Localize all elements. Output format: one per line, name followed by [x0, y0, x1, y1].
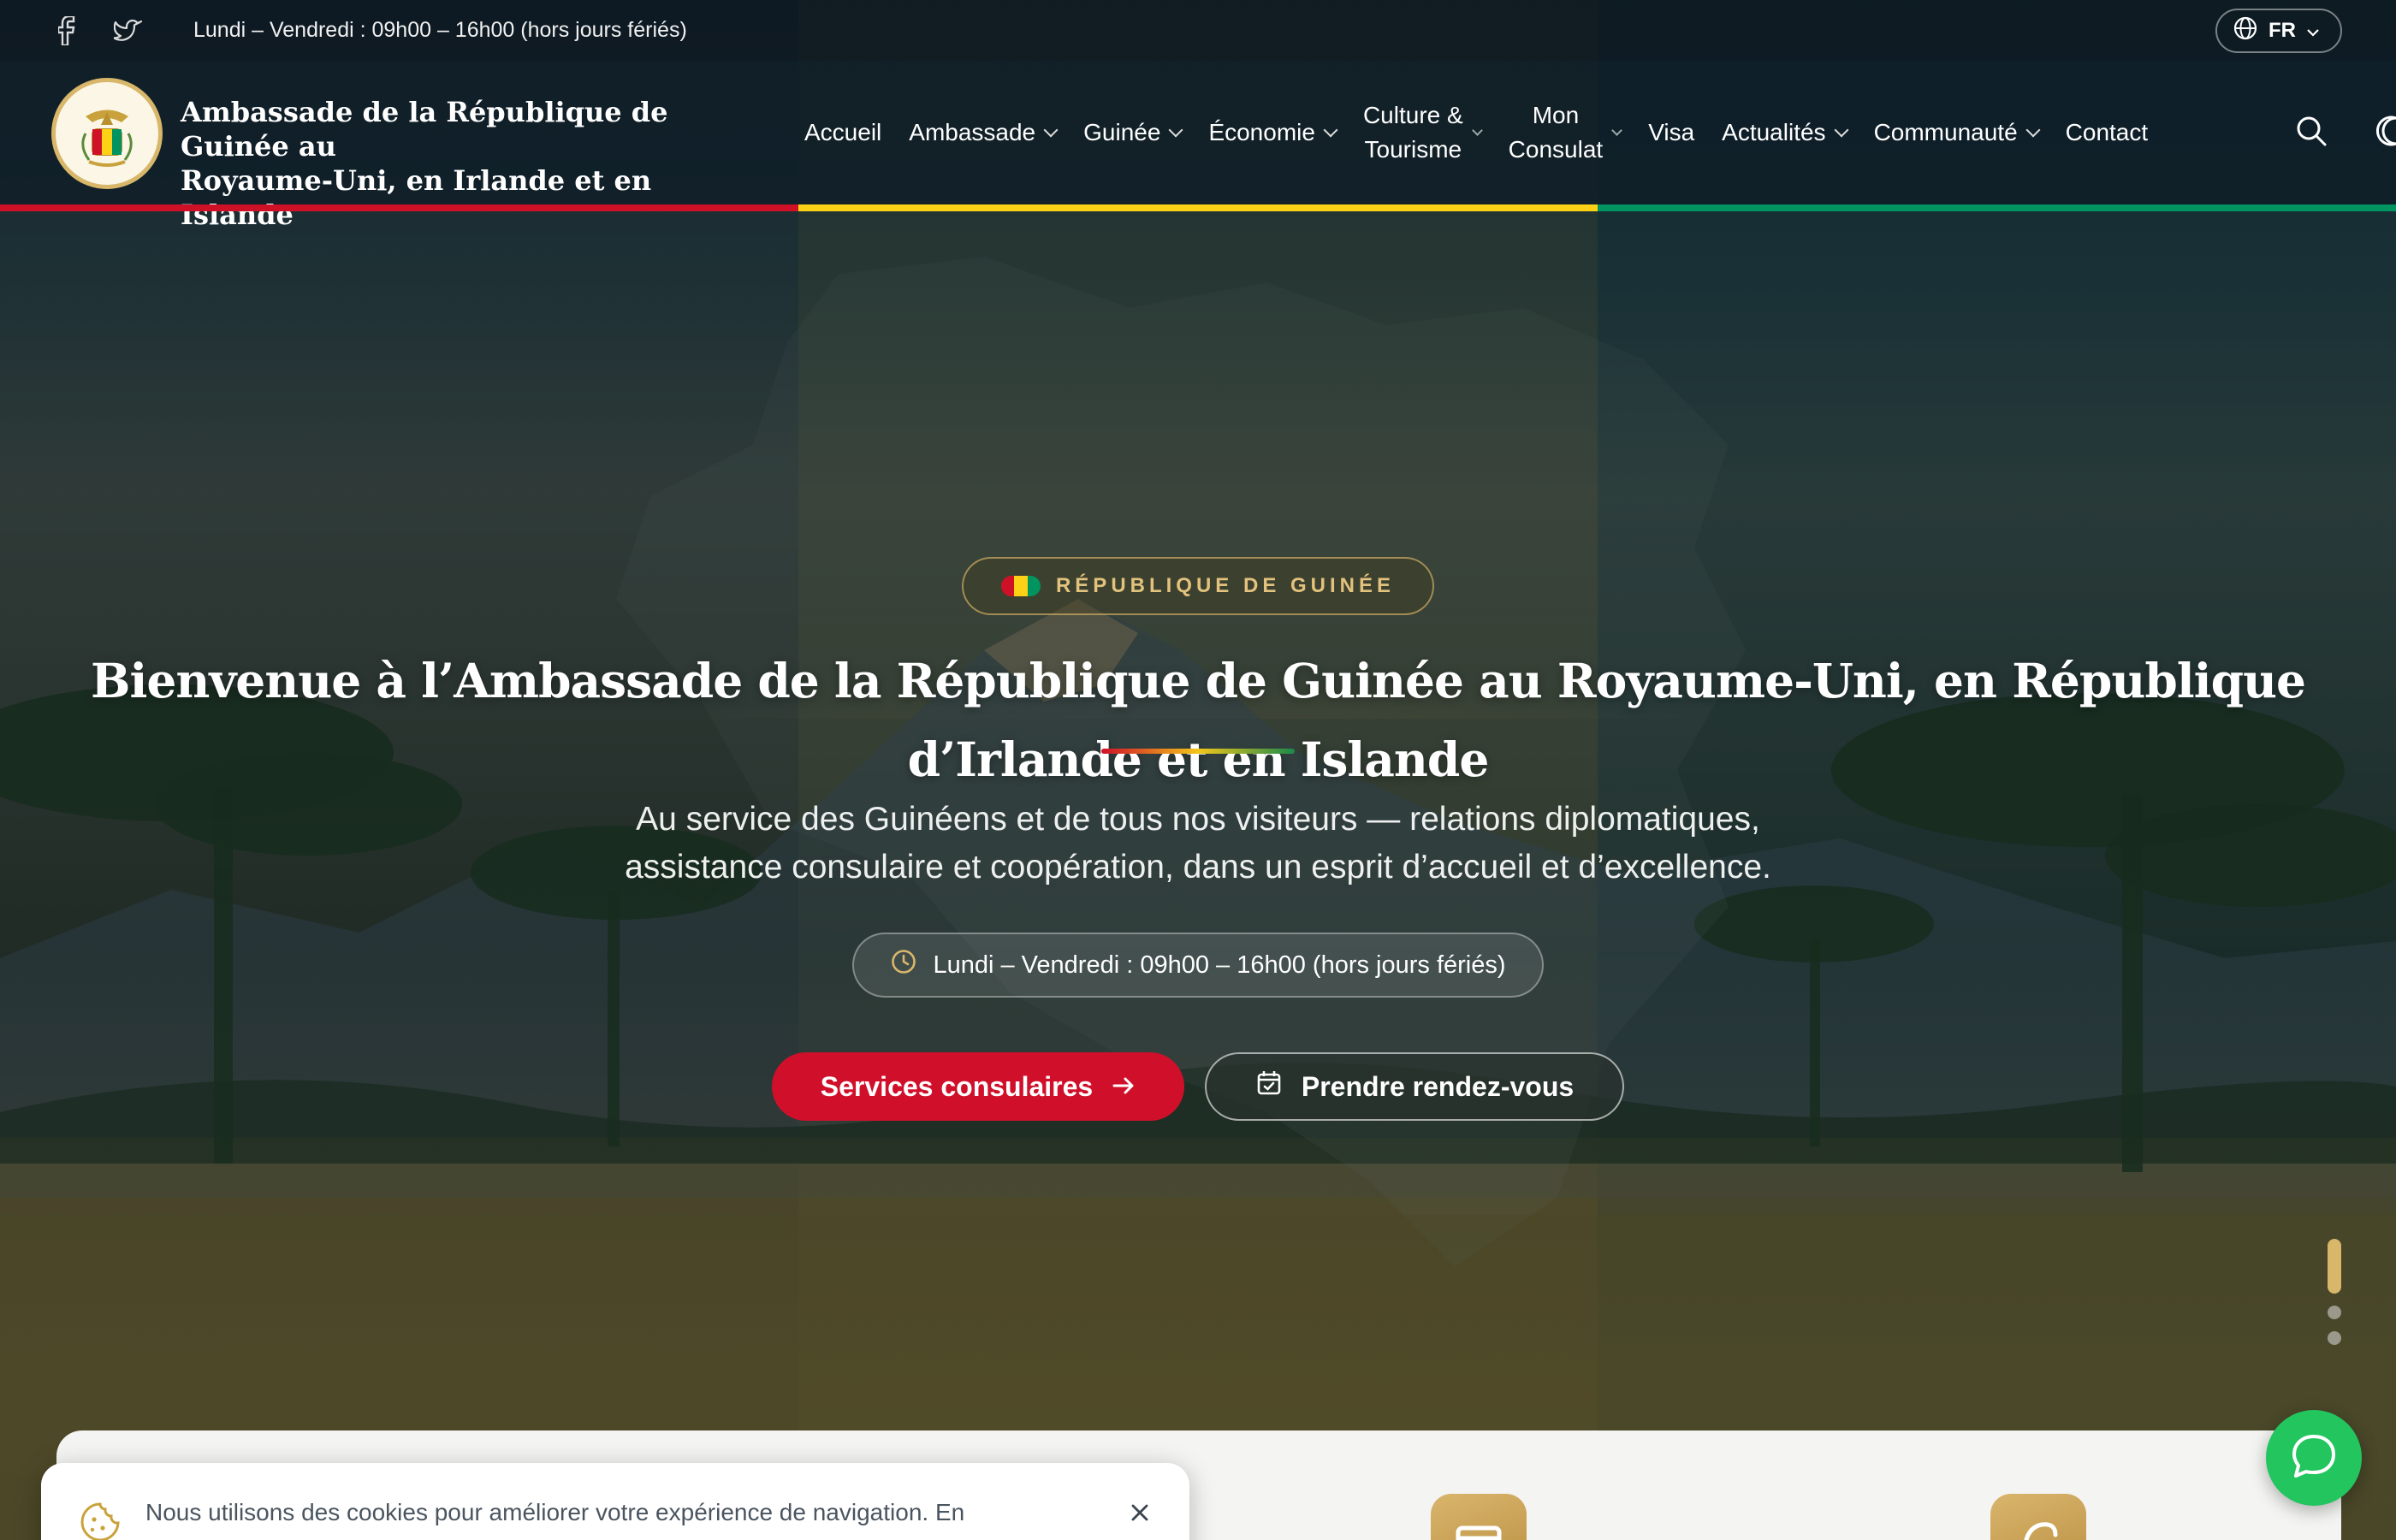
- chevron-down-icon: [1611, 124, 1623, 136]
- card-icon[interactable]: [1990, 1494, 2086, 1540]
- main-navigation: Accueil Ambassade Guinée Économie Cultur…: [804, 61, 2175, 204]
- title-divider: [1101, 749, 1295, 754]
- nav-label: Communauté: [1873, 119, 2018, 145]
- hero-subtitle: Au service des Guinéens et de tous nos v…: [513, 796, 1883, 891]
- nav-label: Actualités: [1722, 119, 1826, 145]
- book-appointment-button[interactable]: Prendre rendez-vous: [1205, 1052, 1624, 1121]
- chat-bubble-icon: [2289, 1431, 2339, 1485]
- search-icon[interactable]: [2295, 115, 2328, 151]
- chevron-down-icon: [1834, 122, 1849, 138]
- language-label: FR: [2268, 19, 2296, 42]
- header-actions: [2295, 61, 2396, 204]
- nav-label: Ambassade: [909, 119, 1036, 145]
- cookie-message: Nous utilisons des cookies pour améliore…: [145, 1499, 965, 1525]
- card-icon[interactable]: [1431, 1494, 1527, 1540]
- nav-label: Accueil: [804, 119, 882, 145]
- chevron-down-icon: [2025, 122, 2041, 138]
- slide-dot-2[interactable]: [2328, 1306, 2341, 1319]
- arrow-right-icon: [1112, 1071, 1136, 1103]
- top-bar: Lundi – Vendredi : 09h00 – 16h00 (hors j…: [0, 0, 2396, 61]
- chat-button[interactable]: [2266, 1410, 2362, 1506]
- nav-economie[interactable]: Économie: [1208, 116, 1338, 150]
- clock-icon: [890, 948, 917, 982]
- nav-visa[interactable]: Visa: [1648, 116, 1694, 150]
- hero-kicker-text: RÉPUBLIQUE DE GUINÉE: [1055, 574, 1396, 597]
- hero-subtitle-line1: Au service des Guinéens et de tous nos v…: [636, 801, 1760, 838]
- slide-dot-3[interactable]: [2328, 1331, 2341, 1345]
- opening-hours-text: Lundi – Vendredi : 09h00 – 16h00 (hors j…: [933, 951, 1506, 979]
- flag-stripe: [0, 204, 2396, 211]
- nav-label: Visa: [1648, 119, 1695, 145]
- chevron-down-icon: [2306, 19, 2320, 43]
- nav-label: Mon Consulat: [1509, 98, 1604, 167]
- nav-label: Guinée: [1083, 119, 1161, 145]
- dark-mode-icon[interactable]: [2372, 115, 2396, 151]
- social-links: [51, 15, 144, 46]
- nav-ambassade[interactable]: Ambassade: [909, 116, 1059, 150]
- consular-services-label: Services consulaires: [820, 1070, 1094, 1102]
- nav-label: Contact: [2065, 119, 2149, 145]
- close-icon[interactable]: [1124, 1497, 1155, 1528]
- chevron-down-icon: [1471, 124, 1483, 136]
- book-appointment-label: Prendre rendez-vous: [1301, 1070, 1575, 1102]
- nav-mon-consulat[interactable]: Mon Consulat: [1509, 98, 1623, 167]
- hero-subtitle-line2: assistance consulaire et coopération, da…: [625, 849, 1771, 886]
- calendar-icon: [1255, 1069, 1283, 1104]
- language-switcher[interactable]: FR: [2215, 9, 2342, 53]
- cookie-banner: Nous utilisons des cookies pour améliore…: [41, 1463, 1189, 1540]
- nav-label: Économie: [1208, 119, 1315, 145]
- slide-indicators: [2326, 1239, 2343, 1345]
- flag-stripe-yellow: [798, 204, 1598, 211]
- hero-kicker-badge: RÉPUBLIQUE DE GUINÉE: [962, 557, 1434, 615]
- opening-hours-pill: Lundi – Vendredi : 09h00 – 16h00 (hors j…: [852, 933, 1544, 998]
- site-title-line1: Ambassade de la République de Guinée au: [181, 96, 668, 163]
- nav-actualites[interactable]: Actualités: [1722, 116, 1849, 150]
- globe-icon: [2233, 15, 2258, 47]
- flag-stripe-red: [0, 204, 799, 211]
- nav-label-line1: Mon: [1532, 102, 1580, 128]
- chevron-down-icon: [1323, 122, 1338, 138]
- site-title[interactable]: Ambassade de la République de Guinée au …: [181, 95, 762, 232]
- flag-stripe-green: [1597, 204, 2396, 211]
- consular-services-button[interactable]: Services consulaires: [772, 1052, 1184, 1121]
- nav-culture-tourisme[interactable]: Culture & Tourisme: [1363, 98, 1483, 167]
- nav-label-line2: Consulat: [1508, 136, 1604, 163]
- cookie-icon: [79, 1501, 122, 1540]
- facebook-icon[interactable]: [51, 15, 82, 46]
- guinea-flag-icon: [1000, 576, 1041, 596]
- slide-dot-1[interactable]: [2328, 1239, 2341, 1294]
- nav-accueil[interactable]: Accueil: [804, 116, 881, 150]
- nav-guinee[interactable]: Guinée: [1083, 116, 1183, 150]
- site-title-line2: Royaume-Uni, en Irlande et en Islande: [181, 164, 652, 231]
- coat-of-arms-logo[interactable]: [51, 78, 163, 189]
- nav-label: Culture & Tourisme: [1363, 98, 1463, 167]
- chevron-down-icon: [1043, 122, 1059, 138]
- nav-communaute[interactable]: Communauté: [1873, 116, 2041, 150]
- nav-label-line2: Tourisme: [1364, 136, 1462, 163]
- hero-title: Bienvenue à l’Ambassade de la République…: [90, 653, 2306, 787]
- nav-label-line1: Culture &: [1362, 102, 1463, 128]
- topbar-hours: Lundi – Vendredi : 09h00 – 16h00 (hors j…: [193, 18, 687, 42]
- nav-contact[interactable]: Contact: [2066, 116, 2149, 150]
- twitter-icon[interactable]: [113, 15, 144, 46]
- main-header: Ambassade de la République de Guinée au …: [0, 61, 2396, 231]
- chevron-down-icon: [1168, 122, 1183, 138]
